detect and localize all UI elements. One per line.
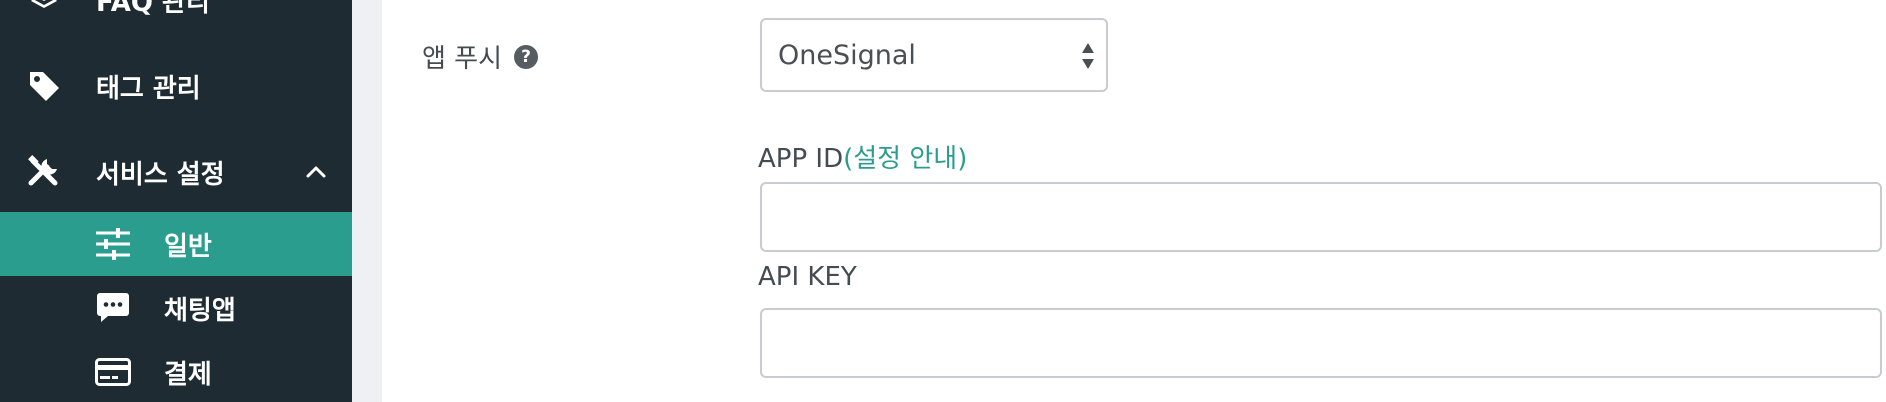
sidebar-subitem-payment[interactable]: 결제	[0, 340, 352, 402]
api-key-label: API KEY	[758, 262, 857, 292]
app-push-label: 앱 푸시 ?	[422, 38, 539, 75]
api-key-label-text: API KEY	[758, 262, 857, 292]
sidebar-subitem-label: 결제	[164, 360, 212, 390]
app-push-select[interactable]: OneSignal	[760, 18, 1108, 92]
credit-card-icon	[94, 354, 132, 390]
sidebar-item-service-settings[interactable]: 서비스 설정	[0, 150, 352, 194]
sidebar: FAQ 관리 태그 관리 서비스 설정 일반 채팅앱 결제	[0, 0, 352, 402]
sidebar-item-faq[interactable]: FAQ 관리	[0, 0, 352, 22]
chevron-up-icon[interactable]	[302, 158, 330, 186]
sidebar-subitem-chat-app[interactable]: 채팅앱	[0, 276, 352, 340]
sliders-icon	[94, 226, 132, 262]
api-key-input[interactable]	[760, 308, 1882, 378]
sidebar-subitem-general[interactable]: 일반	[0, 212, 352, 276]
help-icon[interactable]: ?	[514, 44, 539, 69]
app-id-label: APP ID(설정 안내)	[758, 138, 967, 175]
tag-icon	[26, 68, 62, 104]
app-root: FAQ 관리 태그 관리 서비스 설정 일반 채팅앱 결제 앱 푸시 ? One…	[0, 0, 1886, 402]
sidebar-subitem-label: 일반	[164, 232, 212, 262]
chat-bubble-icon	[94, 290, 132, 326]
tools-icon	[26, 154, 62, 190]
app-id-input[interactable]	[760, 182, 1882, 252]
app-id-setup-guide-link[interactable]: (설정 안내)	[843, 144, 967, 174]
select-arrows-icon	[1080, 40, 1096, 72]
settings-form: 앱 푸시 ? OneSignal APP ID(설정 안내) API KEY	[382, 0, 1886, 402]
app-push-label-text: 앱 푸시	[422, 44, 503, 74]
sidebar-subitem-label: 채팅앱	[164, 296, 236, 326]
sidebar-item-label: FAQ 관리	[96, 0, 210, 18]
app-push-select-value: OneSignal	[778, 39, 916, 71]
sidebar-item-label: 태그 관리	[96, 73, 201, 104]
sidebar-item-label: 서비스 설정	[96, 159, 225, 190]
sidebar-divider	[352, 0, 382, 402]
app-id-label-text: APP ID	[758, 144, 844, 174]
sidebar-item-tags[interactable]: 태그 관리	[0, 64, 352, 108]
layers-icon	[26, 0, 62, 18]
